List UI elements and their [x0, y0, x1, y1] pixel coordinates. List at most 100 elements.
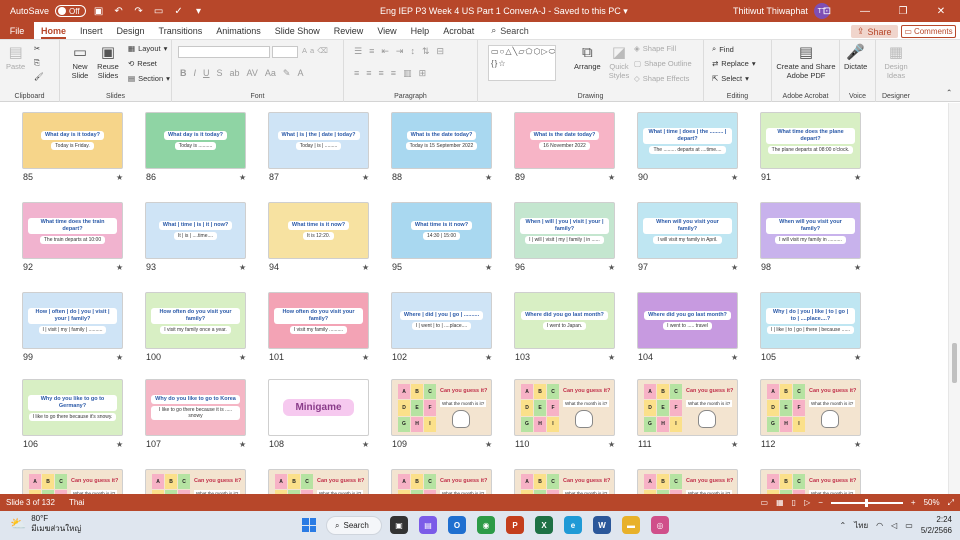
tab-design[interactable]: Design	[110, 22, 152, 39]
tab-file[interactable]: File	[0, 22, 34, 39]
powerpoint-icon[interactable]: P	[506, 516, 524, 534]
spelling-icon[interactable]: ✓	[172, 6, 186, 17]
volume-icon[interactable]: ◁	[891, 521, 897, 530]
start-icon[interactable]	[302, 518, 316, 532]
slide-thumbnail[interactable]: How often do you visit your family? I vis…	[268, 292, 369, 349]
numbering-icon[interactable]: ≡	[369, 46, 374, 57]
decrease-indent-icon[interactable]: ⇤	[381, 46, 389, 57]
chrome-profile-icon[interactable]: ◎	[651, 516, 669, 534]
teams-icon[interactable]: ▤	[419, 516, 437, 534]
dictate-button[interactable]: 🎤 Dictate	[844, 44, 867, 71]
tab-acrobat[interactable]: Acrobat	[436, 22, 481, 39]
new-slide-button[interactable]: ▭ New Slide	[66, 44, 94, 80]
slide-thumbnail[interactable]: What is the date today? Today is 15 Septe…	[391, 112, 492, 169]
task-view-icon[interactable]: ▣	[390, 516, 408, 534]
weather-widget[interactable]: ⛅ 80°F มีเมฆส่วนใหญ่	[10, 514, 81, 534]
tab-insert[interactable]: Insert	[73, 22, 110, 39]
italic-icon[interactable]: I	[194, 68, 197, 79]
customize-toolbar-icon[interactable]: ▾	[192, 6, 206, 17]
reading-view-icon[interactable]: ▯	[792, 498, 796, 507]
ribbon-search[interactable]: ⌕ Search	[481, 22, 529, 39]
tab-home[interactable]: Home	[34, 22, 73, 39]
zoom-slider[interactable]	[830, 498, 903, 507]
clock[interactable]: 2:24 5/2/2566	[921, 514, 952, 536]
slide-thumbnail[interactable]: When will you visit your family? I will v…	[760, 202, 861, 259]
slide-thumbnail[interactable]: What day is it today? Today is ..........	[145, 112, 246, 169]
collapse-ribbon-icon[interactable]: ⌃	[946, 88, 952, 97]
ribbon-display-icon[interactable]: ⊡	[808, 0, 846, 22]
slide-thumbnail[interactable]: What is the date today? 16 November 2022	[514, 112, 615, 169]
arrange-button[interactable]: ⧉ Arrange	[574, 44, 601, 71]
spacing-icon[interactable]: AV	[247, 68, 258, 79]
slide-thumbnail[interactable]: Where | did | you | go | .......... I | w…	[391, 292, 492, 349]
underline-icon[interactable]: U	[203, 68, 210, 79]
slideshow-view-icon[interactable]: ▷	[804, 498, 810, 507]
save-status[interactable]: Saved to this PC	[554, 6, 621, 16]
slide-thumbnail[interactable]: How often do you visit your family? I vis…	[145, 292, 246, 349]
zoom-out-icon[interactable]: −	[818, 498, 823, 507]
file-explorer-icon[interactable]: ▬	[622, 516, 640, 534]
vertical-scrollbar[interactable]	[948, 103, 960, 494]
slide-thumbnail[interactable]: When | will | you | visit | your | famil…	[514, 202, 615, 259]
copy-button[interactable]: ⎘	[34, 58, 40, 68]
align-text-icon[interactable]: ⊟	[436, 46, 444, 57]
slide-thumbnail[interactable]: ABCDEFGHICan you guess it?What the month…	[268, 469, 369, 494]
fit-to-window-icon[interactable]: ⤢	[948, 498, 954, 508]
slide-thumbnail[interactable]: ABCDEFGHICan you guess it?What the month…	[637, 379, 738, 436]
slide-thumbnail[interactable]: ABCDEFGHICan you guess it?What the month…	[22, 469, 123, 494]
share-button[interactable]: ⇪ Share	[851, 25, 898, 38]
slide-thumbnail[interactable]: Where did you go last month? I went to ..…	[637, 292, 738, 349]
text-direction-icon[interactable]: ⇅	[422, 46, 430, 57]
slide-thumbnail[interactable]: What day is it today? Today is Friday.	[22, 112, 123, 169]
scrollbar-thumb[interactable]	[952, 343, 957, 383]
increase-indent-icon[interactable]: ⇥	[396, 46, 404, 57]
zoom-level[interactable]: 50%	[924, 498, 940, 507]
redo-icon[interactable]: ↷	[132, 6, 146, 17]
slide-thumbnail[interactable]: What | time | is | it | now? It | is | ..…	[145, 202, 246, 259]
font-color-icon[interactable]: A	[297, 68, 303, 79]
shape-outline-button[interactable]: ▢ Shape Outline	[634, 59, 692, 68]
font-size-buttons[interactable]: Aa ⌫	[302, 46, 328, 55]
save-icon[interactable]: ▣	[92, 6, 106, 17]
normal-view-icon[interactable]: ▭	[761, 498, 769, 507]
wifi-icon[interactable]: ◠	[876, 521, 883, 530]
strikethrough-icon[interactable]: S	[217, 68, 223, 79]
close-icon[interactable]: ✕	[922, 0, 960, 22]
excel-icon[interactable]: X	[535, 516, 553, 534]
slide-thumbnail[interactable]: ABCDEFGHICan you guess it?What the month…	[760, 469, 861, 494]
cut-button[interactable]: ✂	[34, 44, 40, 53]
section-button[interactable]: ▤ Section ▾	[128, 74, 170, 83]
align-center-icon[interactable]: ≡	[366, 68, 371, 79]
edge-icon[interactable]: e	[564, 516, 582, 534]
slide-thumbnail[interactable]: How | often | do | you | visit | your | …	[22, 292, 123, 349]
word-icon[interactable]: W	[593, 516, 611, 534]
restore-icon[interactable]: ❐	[884, 0, 922, 22]
language-indicator-tray[interactable]: ไทย	[854, 519, 868, 532]
tray-chevron-icon[interactable]: ⌃	[839, 521, 846, 530]
slide-thumbnail[interactable]: What time is it now? 14:30 | 15:00	[391, 202, 492, 259]
justify-icon[interactable]: ≡	[391, 68, 396, 79]
bold-icon[interactable]: B	[180, 68, 187, 79]
font-name-box[interactable]	[178, 46, 270, 58]
minimize-icon[interactable]: —	[846, 0, 884, 22]
case-icon[interactable]: Aa	[265, 68, 276, 79]
tab-slide-show[interactable]: Slide Show	[268, 22, 327, 39]
zoom-in-icon[interactable]: +	[911, 498, 916, 507]
tab-review[interactable]: Review	[327, 22, 371, 39]
design-ideas-button[interactable]: ▦ Design Ideas	[882, 44, 910, 80]
strikethrough-abc-icon[interactable]: ab	[230, 68, 240, 79]
slide-thumbnail[interactable]: Why do you like to go to Germany? I like …	[22, 379, 123, 436]
reuse-slides-button[interactable]: ▣ Reuse Slides	[94, 44, 122, 80]
select-button[interactable]: ⇱ Select ▾	[712, 74, 749, 83]
slide-thumbnail[interactable]: What time does the plane depart? The plan…	[760, 112, 861, 169]
quick-styles-button[interactable]: ◪ Quick Styles	[606, 44, 632, 80]
slide-thumbnail[interactable]: ABCDEFGHICan you guess it?What the month…	[760, 379, 861, 436]
find-button[interactable]: ⌕ Find	[712, 44, 734, 54]
slide-thumbnail[interactable]: What | is | the | date | today? Today | i…	[268, 112, 369, 169]
slide-thumbnail[interactable]: What time does the train depart? The trai…	[22, 202, 123, 259]
slide-thumbnail[interactable]: ABCDEFGHICan you guess it?What the month…	[514, 469, 615, 494]
line-spacing-icon[interactable]: ↕	[410, 46, 415, 57]
tab-help[interactable]: Help	[404, 22, 437, 39]
battery-icon[interactable]: ▭	[905, 521, 913, 530]
slide-thumbnail[interactable]: Minigame	[268, 379, 369, 436]
